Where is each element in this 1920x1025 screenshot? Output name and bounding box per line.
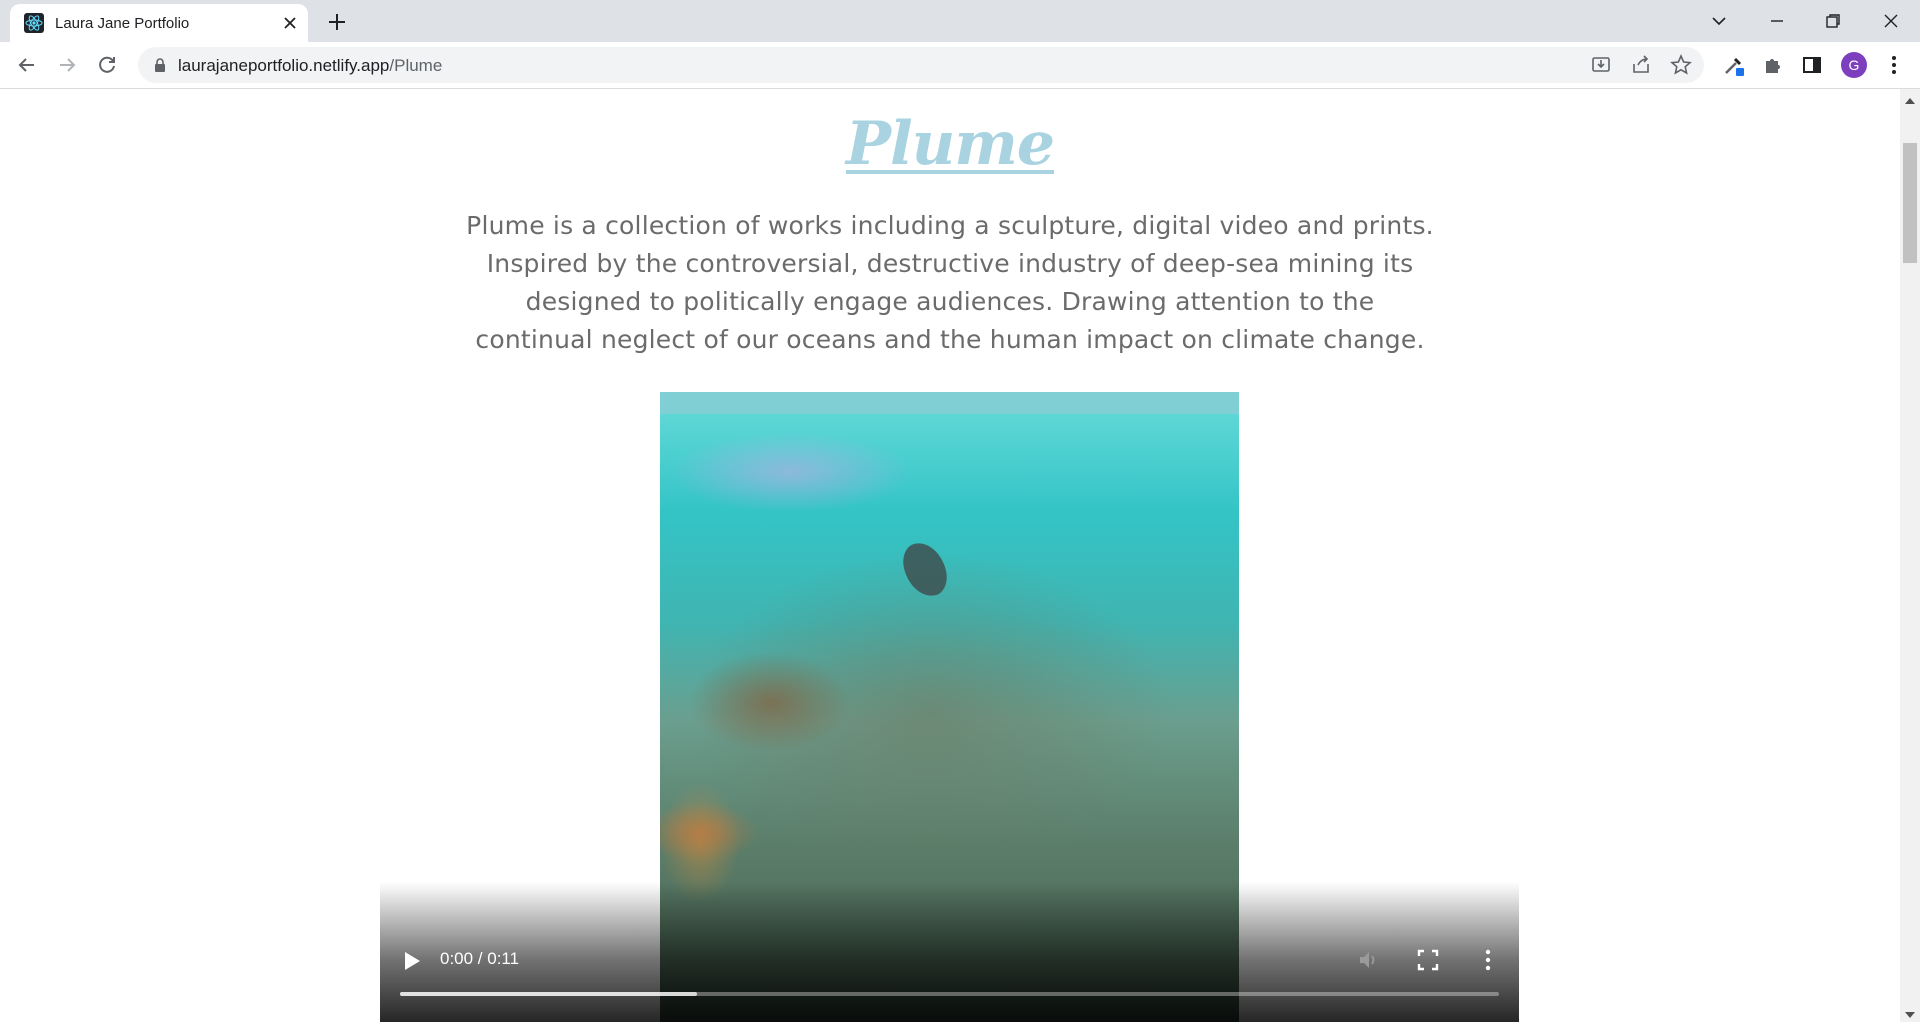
page-title[interactable]: Plume: [0, 109, 1900, 179]
back-icon[interactable]: [13, 51, 41, 79]
video-time: 0:00 / 0:11: [440, 949, 520, 968]
new-tab-icon[interactable]: [324, 9, 350, 35]
fish-shape: [898, 537, 952, 602]
install-app-icon[interactable]: [1590, 54, 1612, 76]
profile-avatar[interactable]: G: [1841, 52, 1867, 78]
page-scrollbar[interactable]: [1900, 89, 1920, 1022]
extensions-puzzle-icon[interactable]: [1761, 53, 1785, 77]
url-path: /Plume: [389, 56, 443, 75]
url-text[interactable]: laurajaneportfolio.netlify.app/Plume: [178, 56, 442, 76]
close-window-icon[interactable]: [1878, 8, 1904, 34]
mute-icon[interactable]: [1356, 947, 1382, 973]
close-tab-icon[interactable]: [280, 13, 300, 33]
lock-icon[interactable]: [152, 57, 168, 73]
video-progress-fill: [400, 992, 697, 996]
restore-icon[interactable]: [1820, 8, 1846, 34]
scroll-down-arrow-icon[interactable]: [1904, 1007, 1916, 1018]
minimize-icon[interactable]: [1764, 8, 1790, 34]
tab-strip: Laura Jane Portfolio: [0, 0, 1920, 42]
browser-tab[interactable]: Laura Jane Portfolio: [10, 4, 308, 42]
url-domain: laurajaneportfolio.netlify.app: [178, 56, 390, 75]
page-content: Plume Plume is a collection of works inc…: [0, 89, 1900, 1022]
tab-title: Laura Jane Portfolio: [55, 15, 190, 32]
play-icon[interactable]: [402, 950, 422, 972]
video-controls-overlay: [380, 882, 1519, 1022]
reload-icon[interactable]: [93, 51, 121, 79]
video-options-icon[interactable]: [1475, 947, 1501, 973]
react-logo-icon: [24, 13, 44, 33]
menu-kebab-icon[interactable]: [1882, 53, 1906, 77]
description-line: continual neglect of our oceans and the …: [475, 325, 1425, 354]
description-line: designed to politically engage audiences…: [525, 287, 1375, 316]
scroll-up-arrow-icon[interactable]: [1904, 93, 1916, 104]
fullscreen-icon[interactable]: [1415, 947, 1441, 973]
project-description: Plume is a collection of works including…: [450, 207, 1450, 359]
forward-icon[interactable]: [53, 51, 81, 79]
side-panel-icon[interactable]: [1800, 53, 1824, 77]
share-icon[interactable]: [1630, 54, 1652, 76]
video-progress-bar[interactable]: [400, 992, 1499, 996]
description-line: Plume is a collection of works including…: [466, 211, 1434, 240]
video-player[interactable]: 0:00 / 0:11: [380, 392, 1519, 1022]
address-bar[interactable]: laurajaneportfolio.netlify.app/Plume: [138, 47, 1704, 83]
tab-search-chevron-icon[interactable]: [1706, 8, 1732, 34]
description-line: Inspired by the controversial, destructi…: [486, 249, 1414, 278]
eyedropper-extension-icon[interactable]: [1722, 53, 1746, 77]
scroll-thumb[interactable]: [1903, 143, 1917, 263]
browser-toolbar: laurajaneportfolio.netlify.app/Plume G: [0, 42, 1920, 89]
bookmark-star-icon[interactable]: [1670, 53, 1692, 76]
